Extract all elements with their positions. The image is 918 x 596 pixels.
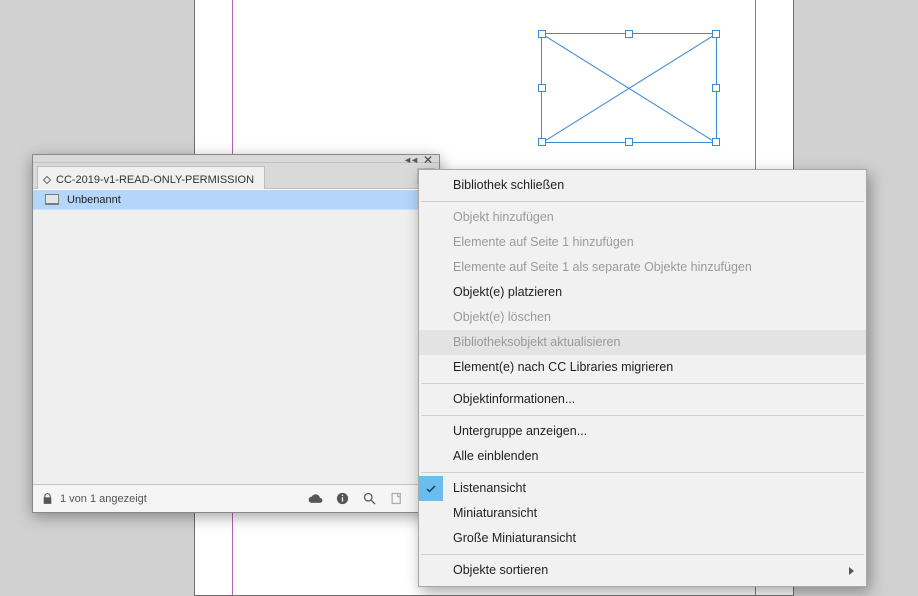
- menu-item: Elemente auf Seite 1 als separate Objekt…: [419, 255, 866, 280]
- menu-item-label: Objektinformationen...: [453, 391, 575, 408]
- resize-handle-icon[interactable]: [712, 138, 720, 146]
- menu-item-label: Listenansicht: [453, 480, 526, 497]
- menu-item: Elemente auf Seite 1 hinzufügen: [419, 230, 866, 255]
- menu-item-label: Bibliothek schließen: [453, 177, 564, 194]
- resize-handle-icon[interactable]: [625, 30, 633, 38]
- library-panel: ◄◄ ✕ CC-2019-v1-READ-ONLY-PERMISSION Unb…: [32, 154, 440, 513]
- menu-separator: [421, 383, 864, 384]
- menu-item[interactable]: Objekt(e) platzieren: [419, 280, 866, 305]
- status-text: 1 von 1 angezeigt: [60, 493, 147, 505]
- resize-handle-icon[interactable]: [538, 138, 546, 146]
- menu-item-label: Elemente auf Seite 1 hinzufügen: [453, 234, 634, 251]
- panel-tab[interactable]: CC-2019-v1-READ-ONLY-PERMISSION: [37, 166, 265, 189]
- panel-context-menu: Bibliothek schließen Objekt hinzufügen Ele…: [418, 169, 867, 587]
- check-icon: [419, 476, 443, 501]
- resize-handle-icon[interactable]: [712, 30, 720, 38]
- menu-item[interactable]: Große Miniaturansicht: [419, 526, 866, 551]
- library-item-thumb-icon: [45, 194, 59, 205]
- panel-tab-label: CC-2019-v1-READ-ONLY-PERMISSION: [56, 174, 254, 186]
- menu-item[interactable]: Alle einblenden: [419, 444, 866, 469]
- selected-frame[interactable]: [541, 33, 717, 143]
- menu-item-label: Objekte sortieren: [453, 562, 548, 579]
- panel-tab-bar: CC-2019-v1-READ-ONLY-PERMISSION: [33, 163, 439, 189]
- menu-item-label: Objekt(e) platzieren: [453, 284, 562, 301]
- menu-item-label: Objekt hinzufügen: [453, 209, 554, 226]
- menu-item-label: Objekt(e) löschen: [453, 309, 551, 326]
- menu-item-label: Element(e) nach CC Libraries migrieren: [453, 359, 673, 376]
- menu-item[interactable]: Listenansicht: [419, 476, 866, 501]
- menu-separator: [421, 472, 864, 473]
- resize-handle-icon[interactable]: [712, 84, 720, 92]
- menu-separator: [421, 554, 864, 555]
- library-item[interactable]: Unbenannt: [33, 190, 439, 210]
- search-icon[interactable]: [362, 491, 377, 506]
- menu-item-label: Große Miniaturansicht: [453, 530, 576, 547]
- menu-item[interactable]: Objektinformationen...: [419, 387, 866, 412]
- menu-item-label: Bibliotheksobjekt aktualisieren: [453, 334, 620, 351]
- menu-item-label: Untergruppe anzeigen...: [453, 423, 587, 440]
- menu-separator: [421, 201, 864, 202]
- resize-handle-icon[interactable]: [625, 138, 633, 146]
- submenu-arrow-icon: [849, 567, 854, 575]
- menu-item: Bibliotheksobjekt aktualisieren: [419, 330, 866, 355]
- tab-state-icon: [43, 176, 51, 184]
- menu-separator: [421, 415, 864, 416]
- library-list[interactable]: Unbenannt: [33, 189, 439, 484]
- library-item-label: Unbenannt: [67, 194, 121, 206]
- cloud-sync-icon[interactable]: [308, 491, 323, 506]
- resize-handle-icon[interactable]: [538, 84, 546, 92]
- menu-item: Objekt hinzufügen: [419, 205, 866, 230]
- menu-item[interactable]: Untergruppe anzeigen...: [419, 419, 866, 444]
- panel-drag-bar[interactable]: ◄◄ ✕: [33, 155, 439, 163]
- info-icon[interactable]: [335, 491, 350, 506]
- new-item-icon[interactable]: [389, 491, 404, 506]
- lock-icon: [41, 492, 54, 505]
- menu-item[interactable]: Miniaturansicht: [419, 501, 866, 526]
- menu-item[interactable]: Bibliothek schließen: [419, 173, 866, 198]
- menu-item-label: Miniaturansicht: [453, 505, 537, 522]
- panel-footer: 1 von 1 angezeigt: [33, 484, 439, 512]
- menu-item[interactable]: Objekte sortieren: [419, 558, 866, 583]
- menu-item-label: Alle einblenden: [453, 448, 539, 465]
- resize-handle-icon[interactable]: [538, 30, 546, 38]
- menu-item[interactable]: Element(e) nach CC Libraries migrieren: [419, 355, 866, 380]
- panel-status: 1 von 1 angezeigt: [41, 492, 300, 505]
- menu-item: Objekt(e) löschen: [419, 305, 866, 330]
- menu-item-label: Elemente auf Seite 1 als separate Objekt…: [453, 259, 752, 276]
